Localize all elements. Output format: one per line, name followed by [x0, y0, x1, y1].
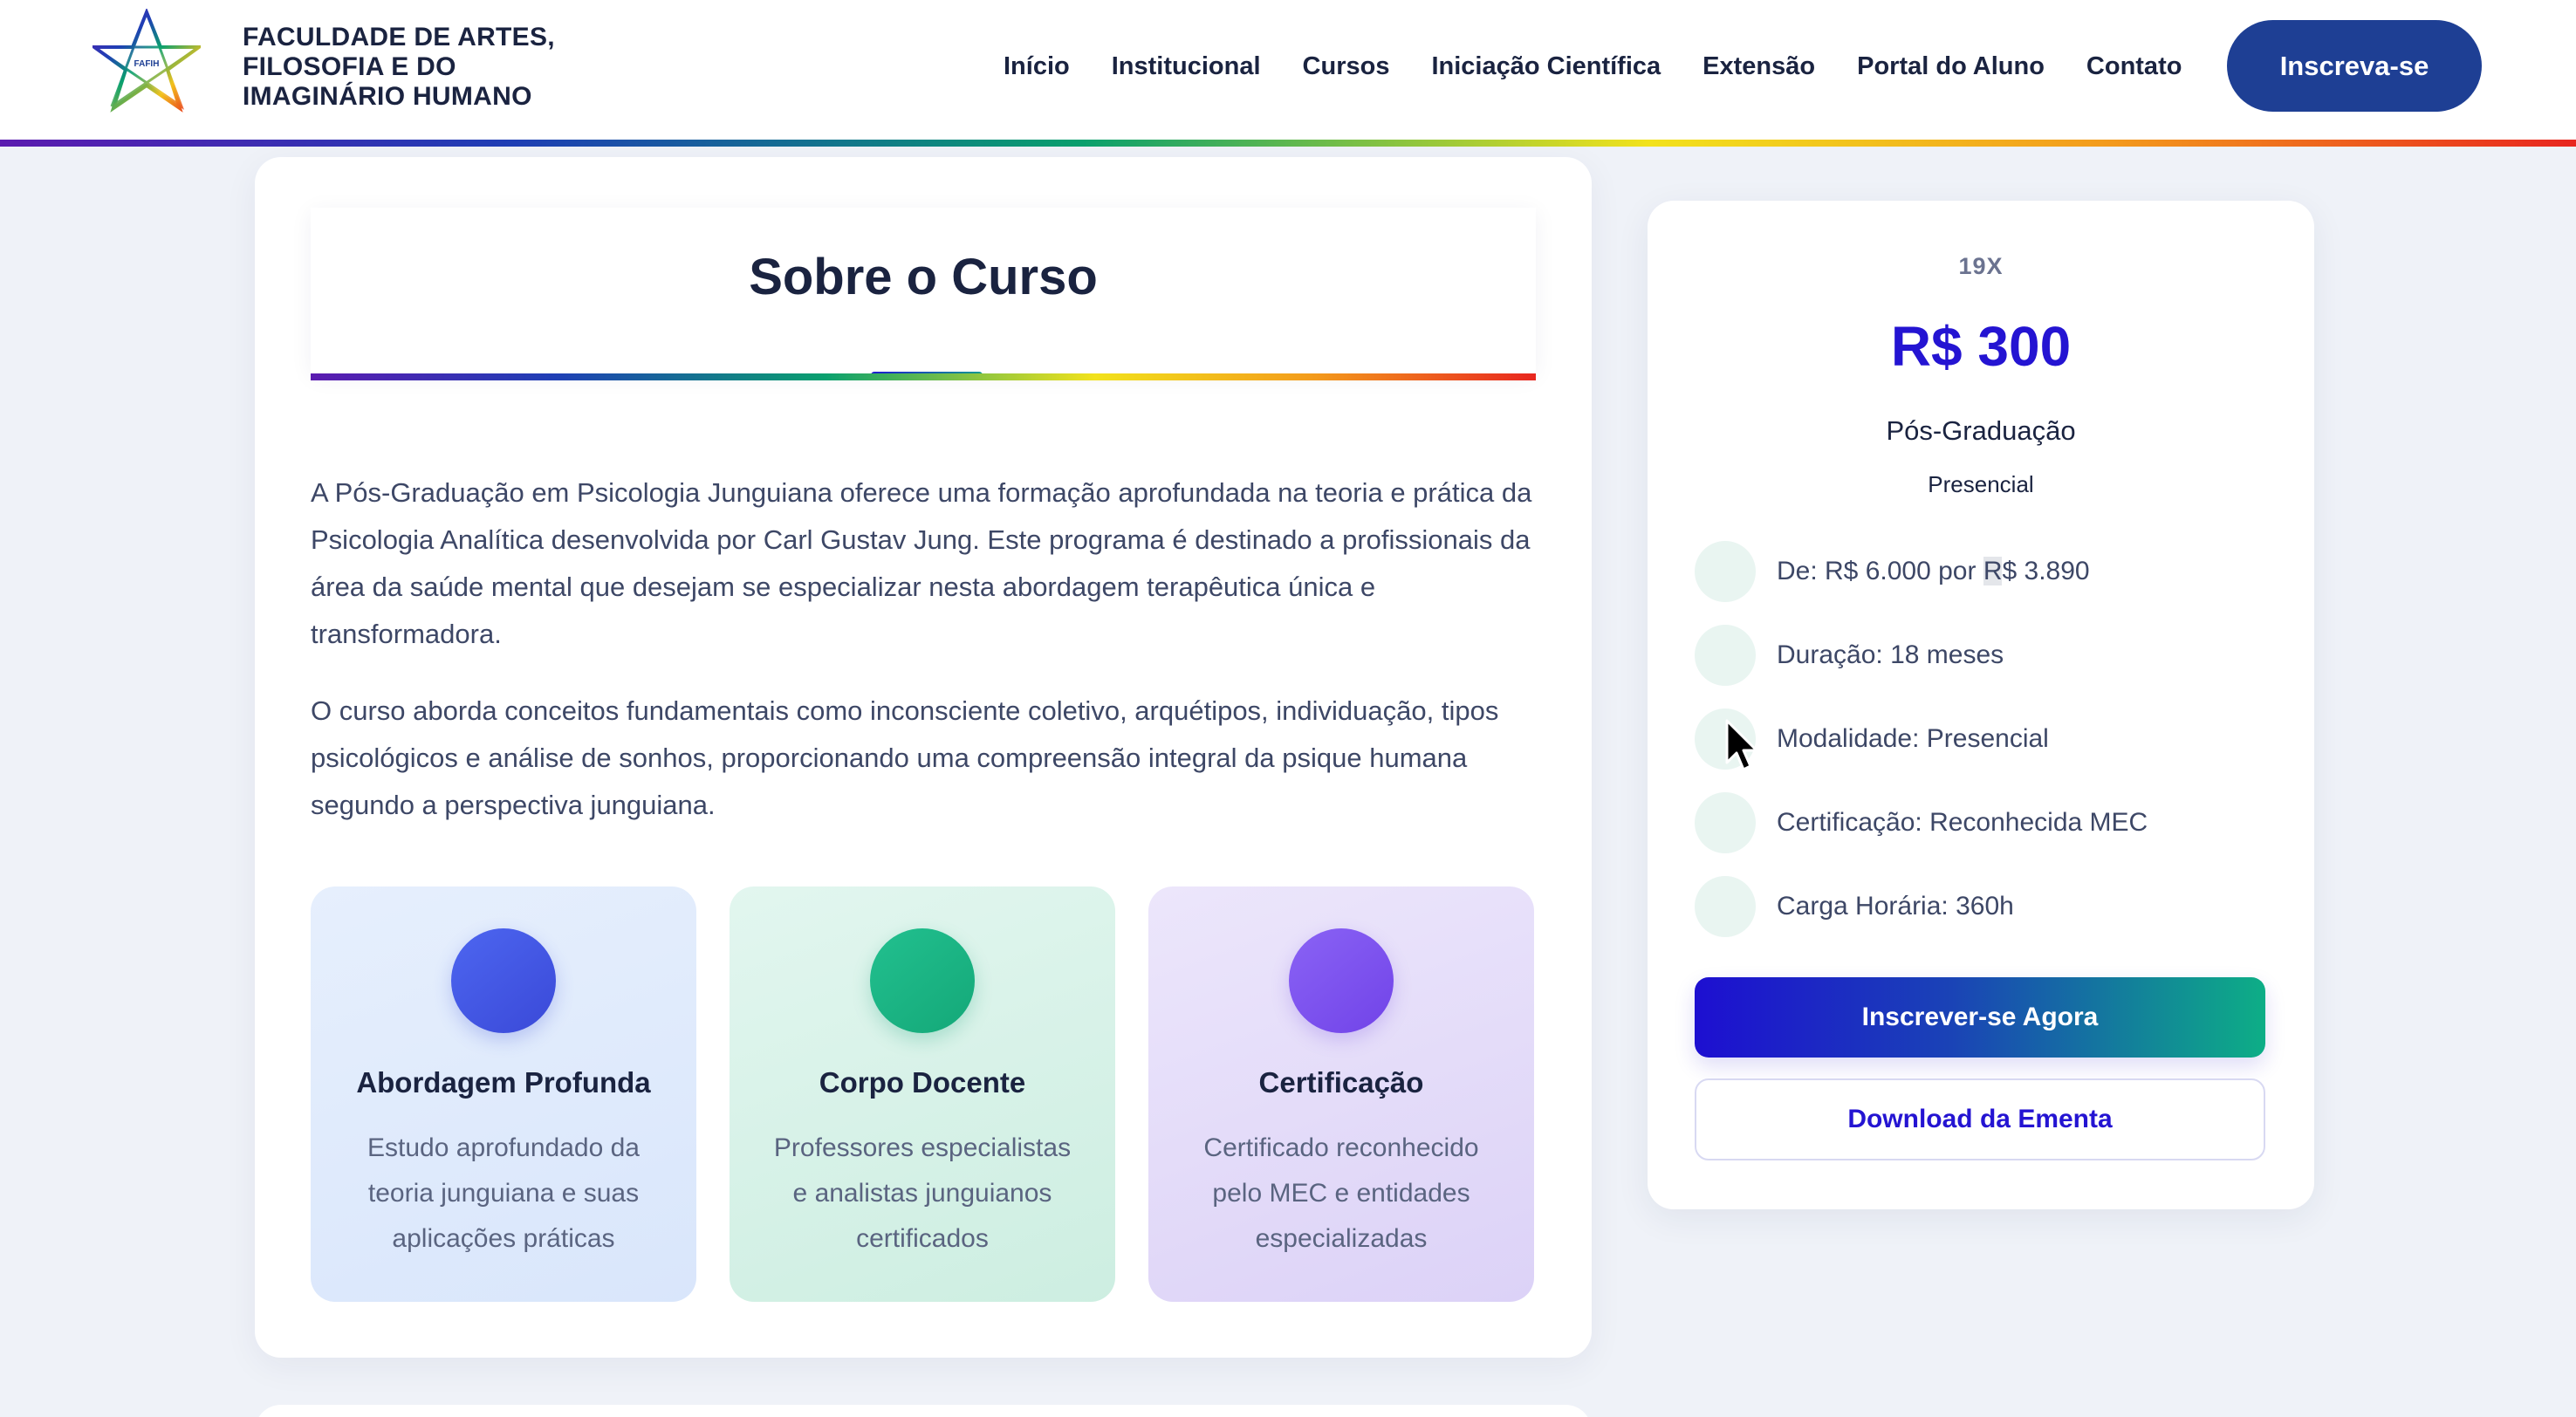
pricing-card: 19X R$ 300 Pós-Graduação Presencial De: …: [1648, 201, 2314, 1209]
next-section-card: [255, 1405, 1592, 1417]
nav-cursos[interactable]: Cursos: [1303, 52, 1390, 81]
logo-line: FACULDADE DE ARTES,: [243, 23, 555, 51]
nav-extensao[interactable]: Extensão: [1702, 52, 1815, 81]
header-rainbow-divider: [0, 140, 2576, 147]
logo-line: IMAGINÁRIO HUMANO: [243, 82, 532, 111]
info-item-modalidade: Modalidade: Presencial: [1695, 708, 2271, 770]
section-title: Sobre o Curso: [749, 249, 1098, 305]
nav-institucional[interactable]: Institucional: [1112, 52, 1261, 81]
svg-text:FAFIH: FAFIH: [134, 59, 160, 69]
download-ementa-button[interactable]: Download da Ementa: [1695, 1078, 2265, 1160]
feature-card-corpo-docente: Corpo Docente Professores especialistas …: [730, 886, 1115, 1302]
title-rainbow-divider: [311, 373, 1536, 380]
modality-label: Presencial: [1928, 471, 2034, 497]
check-circle-icon: [1695, 541, 1756, 602]
nav-portal-do-aluno[interactable]: Portal do Aluno: [1857, 52, 2045, 81]
star-logo-icon[interactable]: FAFIH: [92, 9, 201, 113]
feature-circle-icon: [870, 928, 975, 1033]
feature-text: Estudo aprofundado da teoria junguiana e…: [367, 1133, 640, 1253]
feature-circle-icon: [1289, 928, 1394, 1033]
nav-iniciacao-cientifica[interactable]: Iniciação Científica: [1431, 52, 1661, 81]
feature-card-certificacao: Certificação Certificado reconhecido pel…: [1148, 886, 1534, 1302]
check-circle-icon: [1695, 792, 1756, 853]
feature-text: Professores especialistas e analistas ju…: [773, 1133, 1072, 1253]
price-value: R$ 300: [1890, 315, 2072, 378]
about-paragraph-1: A Pós-Graduação em Psicologia Junguiana …: [311, 477, 1532, 649]
features-grid: Abordagem Profunda Estudo aprofundado da…: [311, 886, 1536, 1302]
info-item-carga-horaria: Carga Horária: 360h: [1695, 876, 2271, 937]
about-paragraph-2: O curso aborda conceitos fundamentais co…: [311, 695, 1499, 820]
feature-text: Certificado reconhecido pelo MEC e entid…: [1203, 1133, 1479, 1253]
info-item-price: De: R$ 6.000 por R$ 3.890: [1695, 541, 2271, 602]
check-circle-icon: [1695, 876, 1756, 937]
info-item-certificacao: Certificação: Reconhecida MEC: [1695, 792, 2271, 853]
info-text: Certificação: Reconhecida MEC: [1777, 808, 2148, 837]
info-item-duracao: Duração: 18 meses: [1695, 625, 2271, 686]
mouse-pointer-icon: [1725, 719, 1758, 771]
inscreva-se-button[interactable]: Inscreva-se: [2227, 20, 2482, 112]
nav-inicio[interactable]: Início: [1004, 52, 1070, 81]
section-title-box: Sobre o Curso: [311, 208, 1536, 380]
feature-title: Certificação: [1258, 1066, 1424, 1099]
info-text: De: R$ 6.000 por R$ 3.890: [1777, 557, 2090, 585]
logo-text[interactable]: FACULDADE DE ARTES, FILOSOFIA E DO IMAGI…: [243, 23, 609, 112]
check-circle-icon: [1695, 625, 1756, 686]
info-text: Carga Horária: 360h: [1777, 892, 2014, 921]
inscrever-se-agora-button[interactable]: Inscrever-se Agora: [1695, 977, 2265, 1058]
feature-title: Abordagem Profunda: [356, 1066, 651, 1099]
nav-contato[interactable]: Contato: [2086, 52, 2182, 81]
logo-line: FILOSOFIA E DO: [243, 52, 456, 81]
info-text: Modalidade: Presencial: [1777, 724, 2049, 753]
installments-label: 19X: [1958, 253, 2004, 279]
course-type: Pós-Graduação: [1886, 415, 2076, 446]
feature-card-abordagem: Abordagem Profunda Estudo aprofundado da…: [311, 886, 696, 1302]
site-header: FAFIH FACULDADE DE ARTES, FILOSOFIA E DO…: [0, 0, 2576, 140]
main-nav: Início Institucional Cursos Iniciação Ci…: [1004, 0, 2223, 133]
feature-circle-icon: [451, 928, 556, 1033]
about-course-card: Sobre o Curso A Pós-Graduação em Psicolo…: [255, 157, 1592, 1358]
info-text: Duração: 18 meses: [1777, 640, 2004, 669]
feature-title: Corpo Docente: [819, 1066, 1026, 1099]
